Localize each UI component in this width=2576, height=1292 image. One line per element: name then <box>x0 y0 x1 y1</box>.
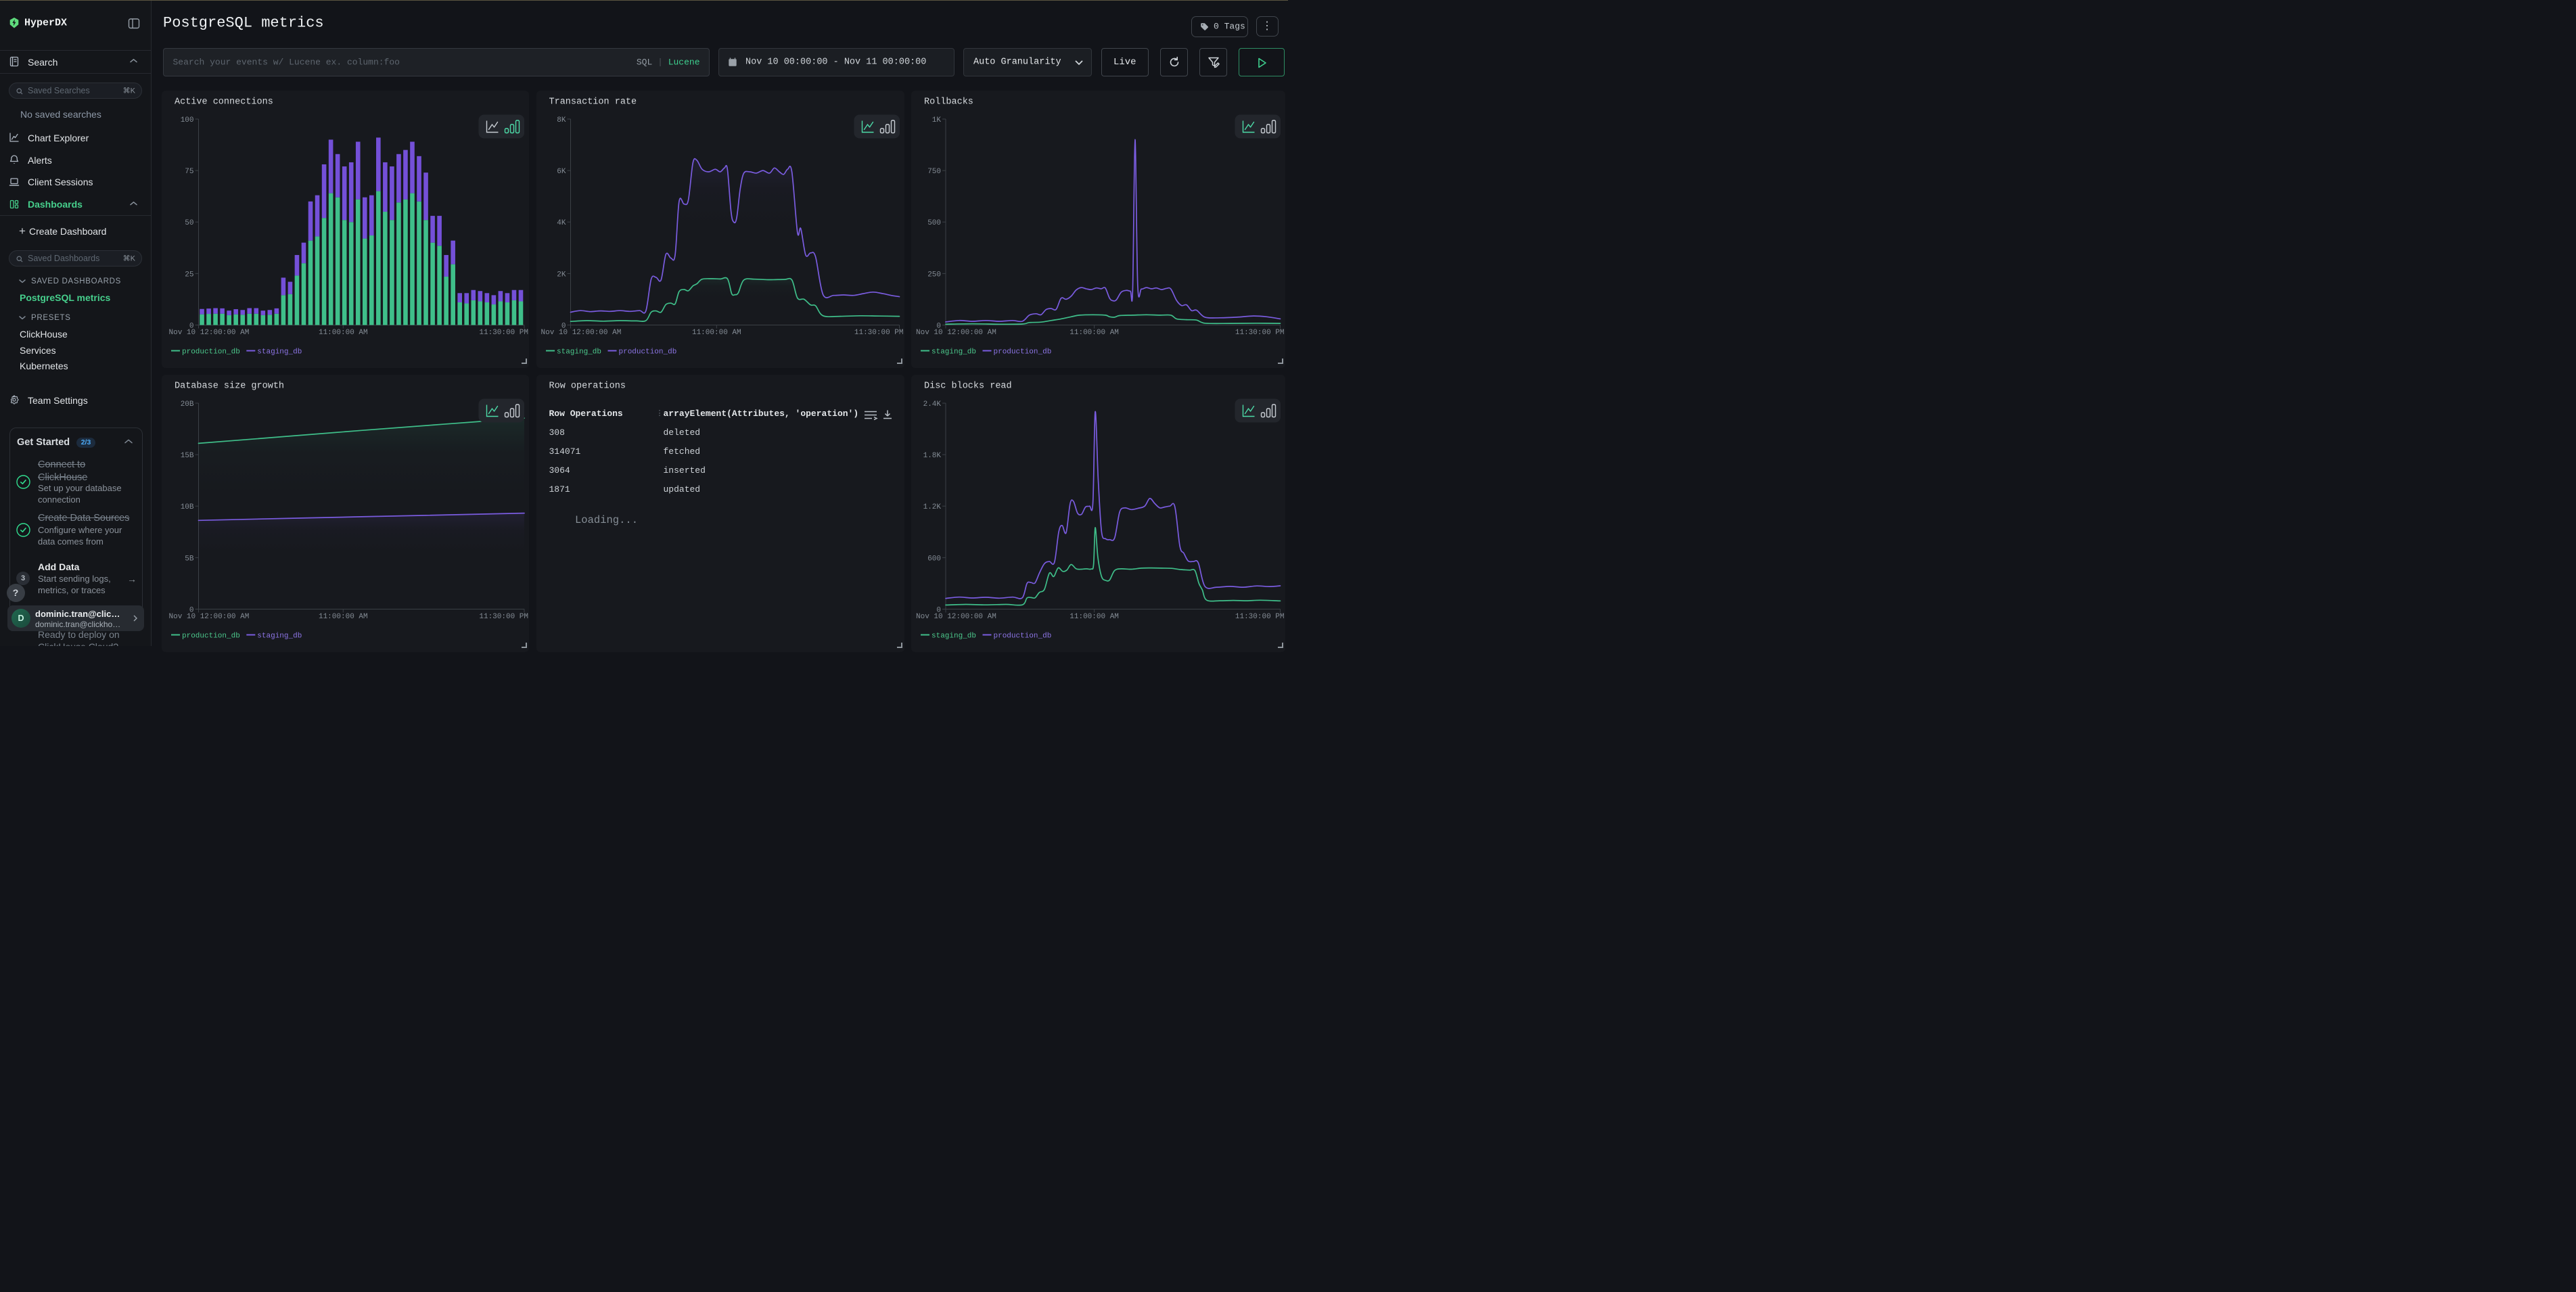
svg-text:50: 50 <box>185 219 193 227</box>
svg-text:15B: 15B <box>181 452 194 460</box>
svg-text:staging_db: staging_db <box>932 632 976 641</box>
svg-text:1.2K: 1.2K <box>923 503 942 511</box>
svg-text:11:30:00 PM: 11:30:00 PM <box>854 329 903 337</box>
svg-text:11:30:00 PM: 11:30:00 PM <box>479 329 528 337</box>
svg-text:1K: 1K <box>932 116 942 124</box>
svg-text:staging_db: staging_db <box>257 348 302 356</box>
svg-text:20B: 20B <box>181 400 194 409</box>
svg-text:250: 250 <box>927 271 941 279</box>
svg-text:Nov 10 12:00:00 AM: Nov 10 12:00:00 AM <box>169 329 250 337</box>
svg-text:Loading...: Loading... <box>575 514 638 526</box>
svg-text:staging_db: staging_db <box>932 348 976 356</box>
svg-text:production_db: production_db <box>994 348 1052 356</box>
svg-text:25: 25 <box>185 271 193 279</box>
svg-text:600: 600 <box>927 555 941 563</box>
svg-text:100: 100 <box>181 116 194 124</box>
svg-text:production_db: production_db <box>182 632 240 641</box>
svg-text:2K: 2K <box>557 271 566 279</box>
svg-text:500: 500 <box>927 219 941 227</box>
svg-text:6K: 6K <box>557 168 566 176</box>
svg-text:11:30:00 PM: 11:30:00 PM <box>479 613 528 621</box>
svg-text:4K: 4K <box>557 219 566 227</box>
svg-text:11:30:00 PM: 11:30:00 PM <box>1235 329 1285 337</box>
svg-text:Nov 10 12:00:00 AM: Nov 10 12:00:00 AM <box>540 329 621 337</box>
svg-text:5B: 5B <box>185 555 194 563</box>
svg-text:staging_db: staging_db <box>257 632 302 641</box>
svg-text:75: 75 <box>185 168 193 176</box>
svg-text:Nov 10 12:00:00 AM: Nov 10 12:00:00 AM <box>916 613 996 621</box>
svg-text:11:00:00 AM: 11:00:00 AM <box>319 613 368 621</box>
svg-text:11:00:00 AM: 11:00:00 AM <box>1070 613 1119 621</box>
svg-text:production_db: production_db <box>182 348 240 356</box>
svg-text:Nov 10 12:00:00 AM: Nov 10 12:00:00 AM <box>169 613 250 621</box>
svg-text:Nov 10 12:00:00 AM: Nov 10 12:00:00 AM <box>916 329 996 337</box>
svg-text:production_db: production_db <box>994 632 1052 641</box>
svg-text:11:00:00 AM: 11:00:00 AM <box>691 329 741 337</box>
svg-text:11:00:00 AM: 11:00:00 AM <box>319 329 368 337</box>
svg-text:750: 750 <box>927 168 941 176</box>
svg-text:11:30:00 PM: 11:30:00 PM <box>1235 613 1285 621</box>
svg-text:production_db: production_db <box>618 348 676 356</box>
svg-text:2.4K: 2.4K <box>923 400 942 409</box>
svg-text:8K: 8K <box>557 116 566 124</box>
svg-text:1.8K: 1.8K <box>923 452 942 460</box>
svg-text:10B: 10B <box>181 503 194 511</box>
svg-text:11:00:00 AM: 11:00:00 AM <box>1070 329 1119 337</box>
svg-text:staging_db: staging_db <box>557 348 601 356</box>
